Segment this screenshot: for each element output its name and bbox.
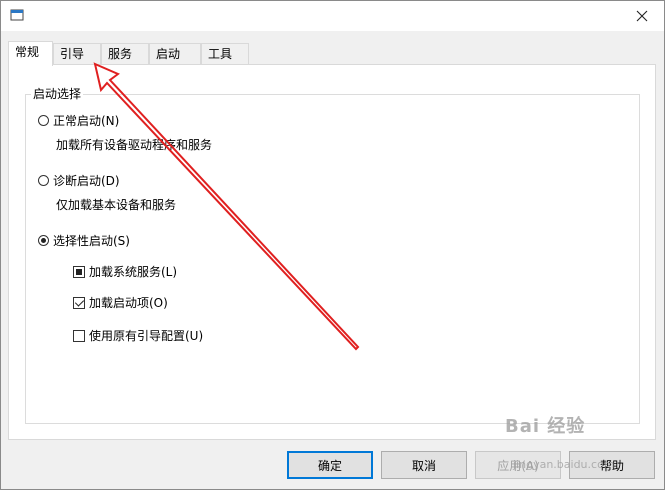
- general-tab-panel: 启动选择 正常启动(N) 加载所有设备驱动程序和服务 诊断启动(D) 仅加载基本…: [8, 64, 656, 440]
- cancel-button[interactable]: 取消: [381, 451, 467, 479]
- diagnostic-startup-radio[interactable]: 诊断启动(D): [38, 172, 120, 189]
- tab-general[interactable]: 常规: [8, 41, 53, 66]
- checkbox-box: [73, 329, 85, 342]
- selective-startup-radio[interactable]: 选择性启动(S): [38, 232, 130, 249]
- radio-circle: [38, 115, 49, 126]
- radio-circle: [38, 175, 49, 186]
- tab-services[interactable]: 服务: [101, 43, 149, 64]
- ok-button[interactable]: 确定: [287, 451, 373, 479]
- normal-startup-label: 正常启动(N): [53, 114, 120, 128]
- load-startup-items-checkbox[interactable]: 加载启动项(O): [73, 294, 168, 311]
- load-system-services-checkbox[interactable]: 加载系统服务(L): [73, 263, 177, 280]
- normal-startup-desc: 加载所有设备驱动程序和服务: [56, 138, 213, 152]
- close-button[interactable]: [620, 1, 664, 31]
- load-system-services-label: 加载系统服务(L): [89, 265, 178, 279]
- tab-tools[interactable]: 工具: [201, 43, 249, 64]
- close-icon: [636, 10, 648, 22]
- selective-startup-label: 选择性启动(S): [53, 234, 130, 248]
- watermark-url: jingyan.baidu.com: [513, 458, 615, 471]
- msconfig-app-icon: [10, 9, 24, 21]
- title-bar: [1, 1, 664, 31]
- use-original-boot-label: 使用原有引导配置(U): [89, 329, 204, 343]
- group-title: 启动选择: [31, 85, 84, 102]
- checkbox-box: [73, 265, 85, 278]
- diagnostic-startup-label: 诊断启动(D): [53, 174, 120, 188]
- diagnostic-startup-desc: 仅加载基本设备和服务: [56, 198, 177, 212]
- tab-boot[interactable]: 引导: [53, 43, 101, 64]
- load-startup-items-label: 加载启动项(O): [89, 296, 168, 310]
- radio-circle-selected: [38, 235, 49, 246]
- watermark: Bai 经验: [505, 416, 586, 437]
- tab-startup[interactable]: 启动: [149, 43, 201, 64]
- normal-startup-radio[interactable]: 正常启动(N): [38, 112, 119, 129]
- use-original-boot-checkbox[interactable]: 使用原有引导配置(U): [73, 327, 203, 344]
- checkbox-box: [73, 296, 85, 309]
